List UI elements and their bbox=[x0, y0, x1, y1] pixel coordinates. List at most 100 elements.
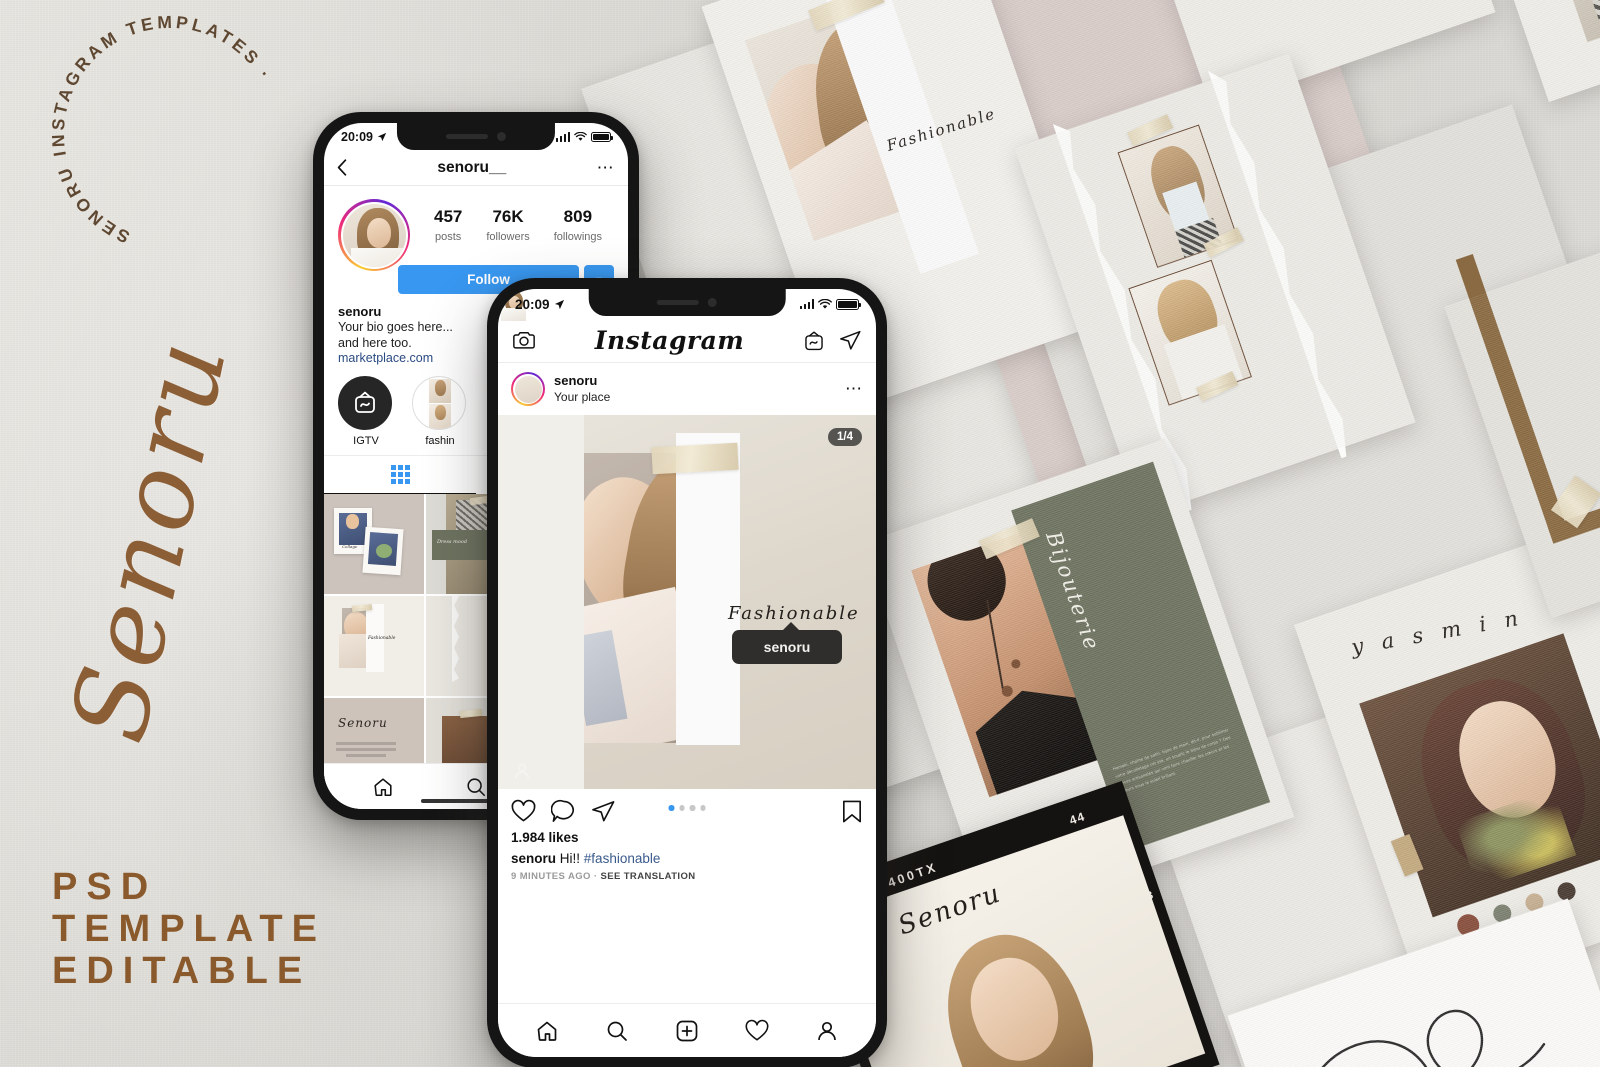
washi-tape bbox=[1203, 227, 1244, 258]
stat-label: posts bbox=[435, 231, 462, 243]
grid-item[interactable]: Collage bbox=[324, 494, 424, 594]
feed-bottom-nav bbox=[498, 1003, 876, 1057]
stat-label: followers bbox=[486, 231, 530, 243]
post-username[interactable]: senoru bbox=[554, 373, 610, 388]
yasmin-photo bbox=[1359, 633, 1600, 918]
profile-navbar: senoru__ ⋯ bbox=[324, 150, 628, 186]
caption-hashtag[interactable]: #fashionable bbox=[584, 851, 661, 866]
share-icon[interactable] bbox=[591, 799, 616, 824]
carousel-counter-badge: 1/4 bbox=[828, 428, 862, 446]
psd-line-1: PSD bbox=[52, 866, 158, 908]
search-icon[interactable] bbox=[465, 776, 487, 798]
yasmin-title: y a s m i n bbox=[1349, 605, 1526, 660]
stat-value: 76K bbox=[492, 207, 524, 226]
location-arrow-icon bbox=[554, 299, 564, 309]
like-icon[interactable] bbox=[511, 799, 536, 824]
grid-caption: Fashionable bbox=[368, 636, 396, 641]
status-time-group: 20:09 bbox=[515, 297, 565, 312]
igtv-icon[interactable] bbox=[803, 330, 825, 352]
fashionable-model-photo bbox=[744, 0, 952, 241]
profile-avatar[interactable] bbox=[338, 199, 410, 271]
instagram-header: Instagram bbox=[498, 319, 876, 363]
speaker-grille bbox=[656, 300, 699, 305]
stats-numbers: 457 posts 76K followers 809 followings bbox=[422, 199, 614, 245]
chevron-left-icon[interactable] bbox=[337, 159, 347, 176]
see-translation-link[interactable]: SEE TRANSLATION bbox=[600, 871, 695, 882]
post-timestamp: 9 MINUTES AGO bbox=[511, 871, 591, 882]
highlight-label: fashin bbox=[425, 435, 455, 447]
carousel-dot[interactable] bbox=[700, 805, 706, 811]
carousel-dots bbox=[668, 805, 706, 811]
post-caption: senoru Hi!! #fashionable bbox=[498, 847, 876, 866]
post-place[interactable]: Your place bbox=[554, 390, 610, 404]
svg-text:SENORU INSTAGRAM TEMPLATES ·: SENORU INSTAGRAM TEMPLATES · bbox=[48, 12, 277, 247]
igtv-icon bbox=[338, 376, 392, 430]
post-image[interactable]: 1/4 Fashionable senoru bbox=[498, 415, 876, 789]
wifi-icon bbox=[818, 298, 832, 309]
highlight-fashin[interactable]: fashin bbox=[412, 376, 468, 447]
highlight-igtv[interactable]: IGTV bbox=[338, 376, 394, 447]
camera-icon[interactable] bbox=[512, 329, 536, 353]
washi-tape bbox=[808, 0, 885, 32]
fashionable-card-title: Fashionable bbox=[884, 104, 999, 155]
battery-icon bbox=[591, 131, 614, 142]
grid-icon bbox=[390, 465, 410, 484]
direct-message-icon[interactable] bbox=[839, 329, 862, 352]
post-actions bbox=[498, 789, 876, 828]
grid-tab[interactable] bbox=[324, 456, 476, 494]
grid-caption: Senoru bbox=[338, 716, 388, 730]
carousel-dot[interactable] bbox=[668, 805, 674, 811]
bijouterie-body-text: Hamaki, chaîne de satin, bijou de main, … bbox=[1112, 726, 1232, 795]
carousel-dot[interactable] bbox=[679, 805, 685, 811]
more-options-icon[interactable]: ⋯ bbox=[597, 159, 615, 176]
separator: · bbox=[593, 871, 598, 882]
speaker-grille bbox=[445, 134, 488, 139]
washi-tape bbox=[1390, 833, 1424, 877]
caption-username[interactable]: senoru bbox=[511, 851, 556, 866]
stat-label: followings bbox=[553, 231, 603, 243]
caption-text: Hi!! bbox=[559, 851, 584, 866]
front-camera bbox=[707, 298, 717, 307]
frame-photo-top bbox=[1117, 124, 1239, 268]
stat-followers[interactable]: 76K followers bbox=[486, 207, 529, 245]
likes-count[interactable]: 1.984 likes bbox=[498, 828, 876, 847]
post-overlay-title: Fashionable bbox=[728, 603, 860, 624]
wifi-icon bbox=[574, 131, 587, 141]
carousel-dot[interactable] bbox=[689, 805, 695, 811]
stat-posts[interactable]: 457 posts bbox=[434, 207, 462, 245]
bookmark-icon[interactable] bbox=[841, 799, 863, 824]
psd-line-3: EDITABLE bbox=[52, 950, 312, 992]
status-indicators bbox=[799, 298, 862, 310]
more-options-icon[interactable]: ⋯ bbox=[845, 379, 863, 399]
home-icon[interactable] bbox=[372, 776, 394, 798]
post-time-row: 9 MINUTES AGO · SEE TRANSLATION bbox=[498, 866, 876, 882]
add-post-icon[interactable] bbox=[675, 1019, 699, 1043]
stat-followings[interactable]: 809 followings bbox=[554, 207, 602, 245]
instagram-logo: Instagram bbox=[594, 326, 745, 355]
profile-icon[interactable] bbox=[815, 1019, 839, 1043]
phone-notch bbox=[396, 123, 556, 150]
psd-template-editable-text: PSD TEMPLATE EDITABLE bbox=[52, 866, 326, 992]
search-icon[interactable] bbox=[605, 1019, 629, 1043]
front-camera bbox=[496, 132, 506, 141]
status-time: 20:09 bbox=[515, 296, 550, 312]
film-frame-number: 44 bbox=[1067, 809, 1088, 828]
post-tag-label: senoru bbox=[763, 639, 811, 655]
feed-screen: 20:09 Instagram senoru Your place ⋯ 1/4 … bbox=[498, 289, 876, 1057]
kodak-card-title: Senoru bbox=[894, 878, 1006, 942]
fashionable-photo-bg bbox=[744, 0, 952, 241]
corner-photo bbox=[1538, 0, 1600, 43]
avatar-image bbox=[501, 291, 542, 403]
stat-value: 457 bbox=[433, 207, 463, 226]
post-avatar[interactable] bbox=[501, 291, 545, 406]
activity-icon[interactable] bbox=[745, 1019, 769, 1043]
home-icon[interactable] bbox=[535, 1019, 559, 1043]
comment-icon[interactable] bbox=[551, 799, 576, 824]
washi-tape bbox=[978, 518, 1040, 560]
grid-item[interactable]: Fashionable bbox=[324, 596, 424, 696]
avatar-image bbox=[342, 203, 406, 267]
senoru-signature: Senoru bbox=[46, 326, 252, 752]
bubble-arrow bbox=[782, 622, 800, 631]
washi-tape bbox=[1550, 475, 1600, 529]
post-tagged-person-icon bbox=[512, 761, 532, 781]
